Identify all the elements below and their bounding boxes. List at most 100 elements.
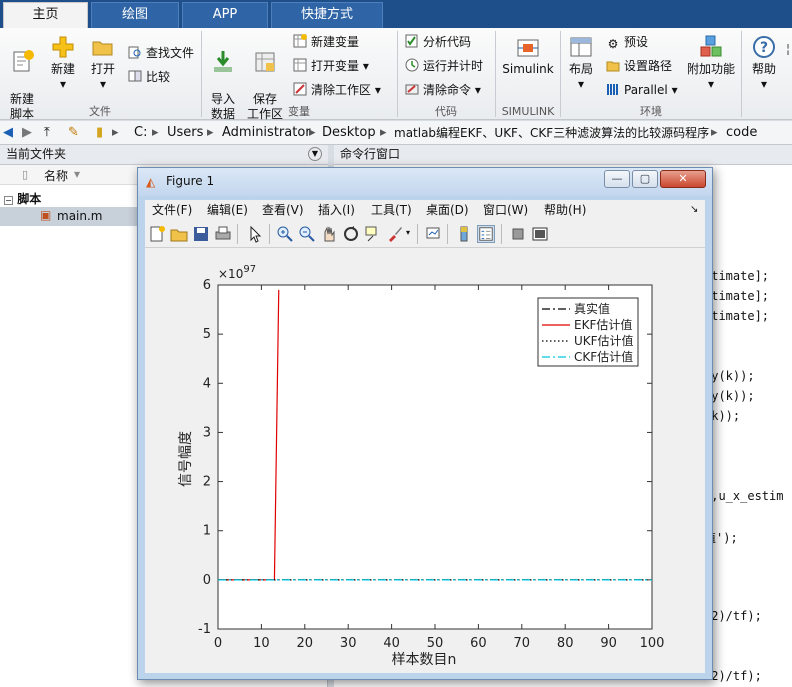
tab-apps[interactable]: APP <box>182 2 268 28</box>
figure-window[interactable]: ◭ Figure 1 — ▢ ✕ 文件(F) 编辑(E) 查看(V) 插入(I)… <box>137 167 713 680</box>
sort-icon: ▾ <box>74 167 81 181</box>
hide-plot-tools-icon[interactable] <box>509 225 527 243</box>
forward-icon[interactable]: ▶ <box>22 125 32 141</box>
analyze-code-button[interactable]: 分析代码 <box>405 33 471 51</box>
chevron-down-icon[interactable]: ▾ <box>406 228 410 237</box>
tab-shortcuts[interactable]: 快捷方式 <box>271 2 383 28</box>
help-button[interactable]: ? 帮助 ▾ <box>746 34 782 92</box>
set-path-button[interactable]: 设置路径 <box>606 57 672 75</box>
layout-label: 布局 <box>568 62 593 76</box>
breadcrumb-code[interactable]: code <box>726 125 757 141</box>
up-folder-icon[interactable]: ⤒ <box>44 125 50 141</box>
save-icon[interactable] <box>192 225 210 243</box>
x-tick-labels: 0 10 20 30 40 50 60 70 80 90 100 <box>214 636 665 651</box>
breadcrumb-project-folder[interactable]: matlab编程EKF、UKF、CKF三种滤波算法的比较源码程序 <box>394 125 709 141</box>
pointer-icon[interactable] <box>246 225 264 243</box>
run-and-time-button[interactable]: 运行并计时 <box>405 57 483 75</box>
compare-label: 比较 <box>146 70 171 84</box>
tree-group-scripts[interactable]: − 脚本 <box>4 190 41 207</box>
legend-icon[interactable] <box>477 225 495 243</box>
set-path-icon <box>606 61 620 72</box>
show-plot-tools-icon[interactable] <box>531 225 549 243</box>
new-figure-icon[interactable] <box>148 225 166 243</box>
x-tick-label: 60 <box>470 636 487 651</box>
brush-icon[interactable] <box>386 225 404 243</box>
plot-area[interactable]: 0 10 20 30 40 50 60 70 80 90 100 -10123456 ×1097 样… <box>145 248 705 673</box>
open-variable-label: 打开变量 <box>311 59 360 73</box>
back-icon[interactable]: ◀ <box>3 125 13 141</box>
y-tick-label: -1 <box>198 622 211 637</box>
open-file-icon[interactable] <box>170 225 188 243</box>
parallel-button[interactable]: Parallel ▾ <box>606 81 678 99</box>
x-tick-label: 50 <box>427 636 444 651</box>
addons-button[interactable]: 附加功能 ▾ <box>686 34 736 92</box>
zoom-in-icon[interactable] <box>276 225 294 243</box>
preferences-button[interactable]: ⚙ 预设 <box>606 33 648 51</box>
command-window-header: 命令行窗口 <box>334 145 792 165</box>
legend-entry: EKF估计值 <box>574 317 632 332</box>
group-label-code: 代码 <box>435 105 457 118</box>
panel-menu-icon[interactable]: ▼ <box>308 147 322 161</box>
menu-insert[interactable]: 插入(I) <box>318 202 355 218</box>
folder-icon: ▮ <box>96 125 104 140</box>
menu-view[interactable]: 查看(V) <box>262 202 304 218</box>
current-folder-header: 当前文件夹 ▼ <box>0 145 328 165</box>
maximize-button[interactable]: ▢ <box>632 170 658 188</box>
data-cursor-icon[interactable] <box>364 225 382 243</box>
pan-icon[interactable] <box>320 225 338 243</box>
menu-desktop[interactable]: 桌面(D) <box>426 202 469 218</box>
address-bar: ◀ ▶ ⤒ ✎ ▮ ▸ C: ▸ Users ▸ Administrator ▸… <box>0 121 792 145</box>
group-label-file: 文件 <box>89 105 111 118</box>
open-variable-button[interactable]: 打开变量 ▾ <box>293 57 369 75</box>
new-variable-label: 新建变量 <box>311 35 360 49</box>
clear-workspace-button[interactable]: 清除工作区 ▾ <box>293 81 381 99</box>
print-icon[interactable] <box>214 225 232 243</box>
legend[interactable]: 真实值EKF估计值UKF估计值CKF估计值 <box>537 297 639 367</box>
figure-canvas[interactable]: 0 10 20 30 40 50 60 70 80 90 100 -1 0 1 2 3 4 5 6 ×1097 样… <box>145 248 705 673</box>
new-variable-button[interactable]: 新建变量 <box>293 33 359 51</box>
dock-icon[interactable]: ↘ <box>690 202 698 218</box>
open-button[interactable]: 打开 ▾ <box>86 34 120 92</box>
close-button[interactable]: ✕ <box>660 170 706 188</box>
compare-button[interactable]: 比较 <box>128 68 170 86</box>
breadcrumb-administrator[interactable]: Administrator <box>222 125 311 141</box>
menu-tools[interactable]: 工具(T) <box>371 202 412 218</box>
new-variable-icon <box>293 34 307 48</box>
legend-entry: UKF估计值 <box>574 333 634 348</box>
link-plot-icon[interactable] <box>425 225 443 243</box>
rotate-icon[interactable] <box>342 225 360 243</box>
menu-file[interactable]: 文件(F) <box>152 202 192 218</box>
minimize-button[interactable]: — <box>604 170 630 188</box>
zoom-out-icon[interactable] <box>298 225 316 243</box>
column-name[interactable]: 名称 <box>44 167 68 184</box>
preferences-label: 预设 <box>624 35 649 49</box>
x-tick-label: 20 <box>297 636 314 651</box>
figure-menubar: 文件(F) 编辑(E) 查看(V) 插入(I) 工具(T) 桌面(D) 窗口(W… <box>145 200 705 220</box>
collapse-icon[interactable]: − <box>4 196 13 205</box>
breadcrumb-desktop[interactable]: Desktop <box>322 125 376 141</box>
layout-icon <box>570 37 592 57</box>
x-axis-label: 样本数目n <box>392 652 457 668</box>
overflow-icon[interactable]: ¦ <box>786 40 790 58</box>
layout-button[interactable]: 布局 ▾ <box>564 34 598 92</box>
colorbar-icon[interactable] <box>455 225 473 243</box>
clear-commands-button[interactable]: 清除命令 ▾ <box>405 81 481 99</box>
menu-edit[interactable]: 编辑(E) <box>207 202 248 218</box>
chevron-down-icon: ▾ <box>362 59 369 73</box>
new-button[interactable]: 新建 ▾ <box>46 34 80 92</box>
open-variable-icon <box>293 58 307 72</box>
menu-help[interactable]: 帮助(H) <box>544 202 586 218</box>
browse-folder-icon[interactable]: ✎ <box>68 125 79 141</box>
find-files-button[interactable]: 查找文件 <box>128 44 194 62</box>
save-workspace-icon <box>255 52 275 72</box>
breadcrumb-separator: ▸ <box>112 125 119 140</box>
menu-window[interactable]: 窗口(W) <box>483 202 528 218</box>
breadcrumb-drive[interactable]: C: <box>134 125 147 141</box>
toolstrip-tabbar: 主页 绘图 APP 快捷方式 <box>0 0 792 28</box>
parallel-label: Parallel <box>624 83 668 97</box>
breadcrumb-users[interactable]: Users <box>167 125 203 141</box>
figure-titlebar[interactable]: ◭ Figure 1 — ▢ ✕ <box>138 168 712 196</box>
tab-plots[interactable]: 绘图 <box>91 2 179 28</box>
simulink-button[interactable]: Simulink <box>500 34 556 77</box>
tab-home[interactable]: 主页 <box>3 2 88 28</box>
